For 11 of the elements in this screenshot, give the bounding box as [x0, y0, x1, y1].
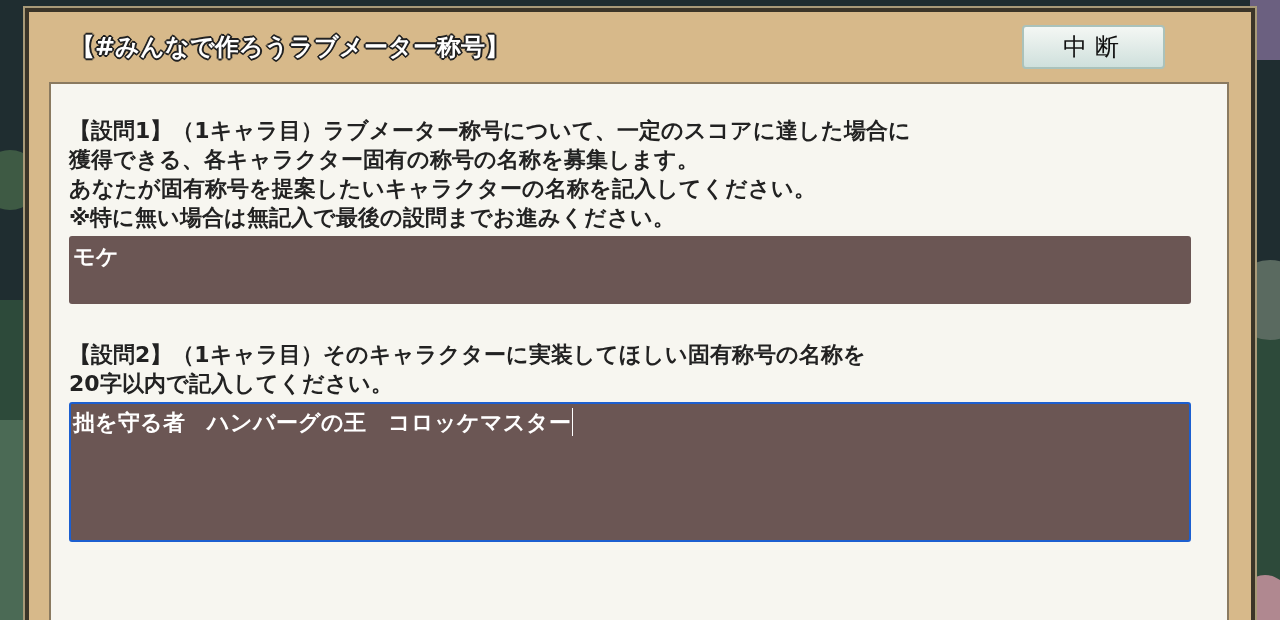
question-text: 獲得できる、各キャラクター固有の称号の名称を募集します。: [69, 146, 700, 174]
question-text: 【設問1】（1キャラ目）ラブメーター称号について、一定のスコアに達した場合に: [69, 117, 912, 145]
dialog-title: 【#みんなで作ろうラブメーター称号】: [71, 32, 510, 63]
text-caret: [572, 408, 573, 436]
answer-field[interactable]: 拙を守る者 ハンバーグの王 コロッケマスター: [69, 402, 1191, 542]
question-text: 【設問2】（1キャラ目）そのキャラクターに実装してほしい固有称号の名称を: [69, 341, 867, 369]
question-text: 20字以内で記入してください。: [69, 370, 394, 398]
question-text: ※特に無い場合は無記入で最後の設問までお進みください。: [69, 204, 677, 232]
answer-field[interactable]: モケ: [69, 236, 1191, 304]
suspend-button[interactable]: 中断: [1022, 25, 1165, 69]
question-text: あなたが固有称号を提案したいキャラクターの名称を記入してください。: [69, 175, 817, 203]
